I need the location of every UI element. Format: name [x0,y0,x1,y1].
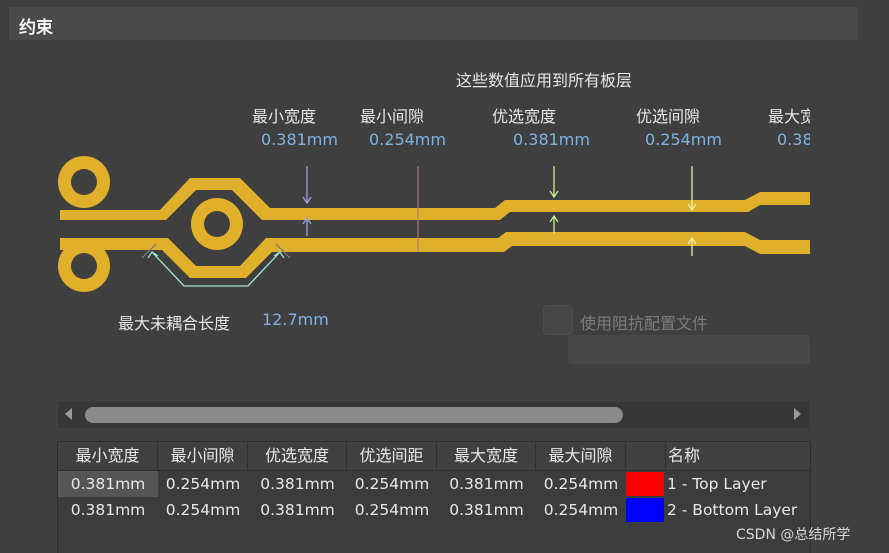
col-pref-gap[interactable]: 优选间距 [347,442,437,470]
watermark: CSDN @总结所学 [736,527,851,543]
cell-min-width[interactable]: 0.381mm [58,497,158,523]
impedance-profile-label: 使用阻抗配置文件 [580,314,709,333]
horizontal-scrollbar[interactable] [58,402,809,428]
cell-max-gap[interactable]: 0.254mm [536,471,626,497]
scroll-right-icon[interactable] [794,408,801,420]
trace-drawing [58,156,810,292]
table-row[interactable]: 0.381mm 0.254mm 0.381mm 0.254mm 0.381mm … [58,497,810,523]
cell-pref-gap[interactable]: 0.254mm [347,497,437,523]
scrollbar-thumb[interactable] [85,407,623,423]
col-min-gap[interactable]: 最小间隙 [158,442,248,470]
scroll-left-icon[interactable] [65,408,72,420]
min-width-marker [302,166,312,236]
cell-max-gap[interactable]: 0.254mm [536,497,626,523]
cell-layer-name[interactable]: 2 - Bottom Layer [667,497,810,523]
impedance-profile-select[interactable] [568,335,810,364]
table-row[interactable]: 0.381mm 0.254mm 0.381mm 0.254mm 0.381mm … [58,471,810,497]
col-pref-width[interactable]: 优选宽度 [248,442,347,470]
cell-pref-width[interactable]: 0.381mm [248,471,347,497]
col-color[interactable] [626,442,666,470]
cell-min-gap[interactable]: 0.254mm [158,471,248,497]
table-header: 最小宽度 最小间隙 优选宽度 优选间距 最大宽度 最大间隙 名称 [58,442,810,471]
layer-constraints-table: 最小宽度 最小间隙 优选宽度 优选间距 最大宽度 最大间隙 名称 0.381mm… [57,441,811,553]
cell-max-width[interactable]: 0.381mm [437,471,536,497]
layer-color-swatch [626,498,664,522]
uncoupled-length-value[interactable]: 12.7mm [262,310,329,329]
col-max-gap[interactable]: 最大间隙 [536,442,626,470]
col-name[interactable]: 名称 [666,442,810,470]
cell-min-gap[interactable]: 0.254mm [158,497,248,523]
uncoupled-length-label: 最大未耦合长度 [118,314,231,333]
lower-trace [60,232,810,278]
upper-trace [60,178,810,220]
col-max-width[interactable]: 最大宽度 [437,442,536,470]
cell-min-width[interactable]: 0.381mm [58,471,158,497]
layer-color-swatch [626,472,664,496]
cell-max-width[interactable]: 0.381mm [437,497,536,523]
cell-pref-gap[interactable]: 0.254mm [347,471,437,497]
cell-pref-width[interactable]: 0.381mm [248,497,347,523]
cell-layer-name[interactable]: 1 - Top Layer [667,471,810,497]
col-min-width[interactable]: 最小宽度 [58,442,158,470]
impedance-profile-checkbox[interactable] [543,305,573,335]
